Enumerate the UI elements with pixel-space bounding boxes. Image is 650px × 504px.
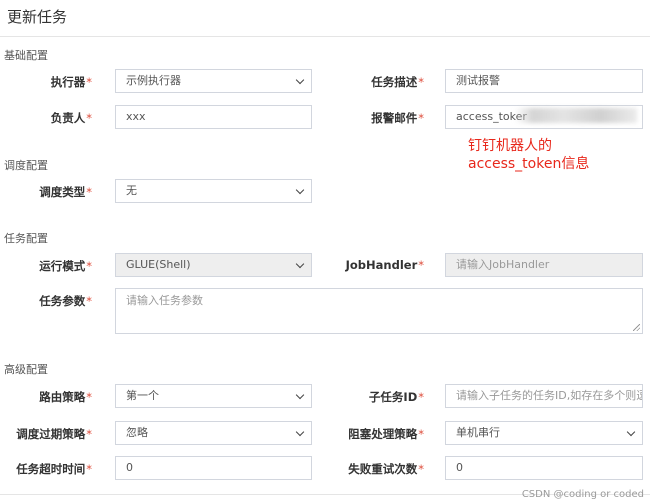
misfire-strategy-label: 调度过期策略*: [16, 427, 92, 441]
executor-label: 执行器*: [50, 75, 92, 89]
author-label: 负责人*: [50, 111, 92, 125]
job-handler-label: JobHandler*: [345, 258, 424, 272]
annotation-note: 钉钉机器人的 access_token信息: [468, 137, 589, 173]
timeout-label: 任务超时时间*: [16, 462, 92, 476]
job-param-label: 任务参数*: [39, 294, 92, 308]
timeout-input[interactable]: 0: [115, 456, 312, 480]
job-desc-input[interactable]: 测试报警: [445, 69, 643, 93]
child-job-id-input[interactable]: 请输入子任务的任务ID,如存在多个则逗: [445, 384, 643, 408]
watermark: CSDN @coding or coded: [521, 489, 644, 500]
author-input[interactable]: xxx: [115, 105, 312, 129]
job-param-textarea[interactable]: 请输入任务参数: [115, 288, 643, 334]
schedule-type-label: 调度类型*: [39, 185, 92, 199]
glue-type-label: 运行模式*: [39, 259, 92, 273]
block-strategy-select[interactable]: 单机串行: [445, 421, 643, 445]
job-handler-input[interactable]: 请输入JobHandler: [445, 253, 643, 277]
resize-handle-icon[interactable]: [633, 324, 640, 331]
schedule-type-select[interactable]: 无: [115, 179, 312, 203]
fail-retry-label: 失败重试次数*: [348, 462, 424, 476]
section-task: 任务配置: [4, 232, 48, 245]
misfire-strategy-select[interactable]: 忽略: [115, 421, 312, 445]
annotation-line-2: access_token信息: [468, 156, 590, 172]
redaction-blur: [515, 108, 637, 123]
block-strategy-label: 阻塞处理策略*: [348, 427, 424, 441]
section-basic: 基础配置: [4, 49, 48, 62]
route-strategy-label: 路由策略*: [39, 390, 92, 404]
page-title: 更新任务: [7, 8, 68, 26]
alarm-email-label: 报警邮件*: [371, 111, 424, 125]
child-job-id-label: 子任务ID*: [368, 390, 424, 404]
executor-select[interactable]: 示例执行器: [115, 69, 312, 93]
annotation-line-1: 钉钉机器人的: [468, 138, 552, 154]
job-param-placeholder: 请输入任务参数: [126, 294, 203, 307]
fail-retry-input[interactable]: 0: [445, 456, 643, 480]
section-schedule: 调度配置: [4, 159, 48, 172]
section-advanced: 高级配置: [4, 363, 48, 376]
title-divider: [0, 36, 650, 37]
job-desc-label: 任务描述*: [371, 75, 424, 89]
glue-type-select[interactable]: GLUE(Shell): [115, 253, 312, 277]
route-strategy-select[interactable]: 第一个: [115, 384, 312, 408]
